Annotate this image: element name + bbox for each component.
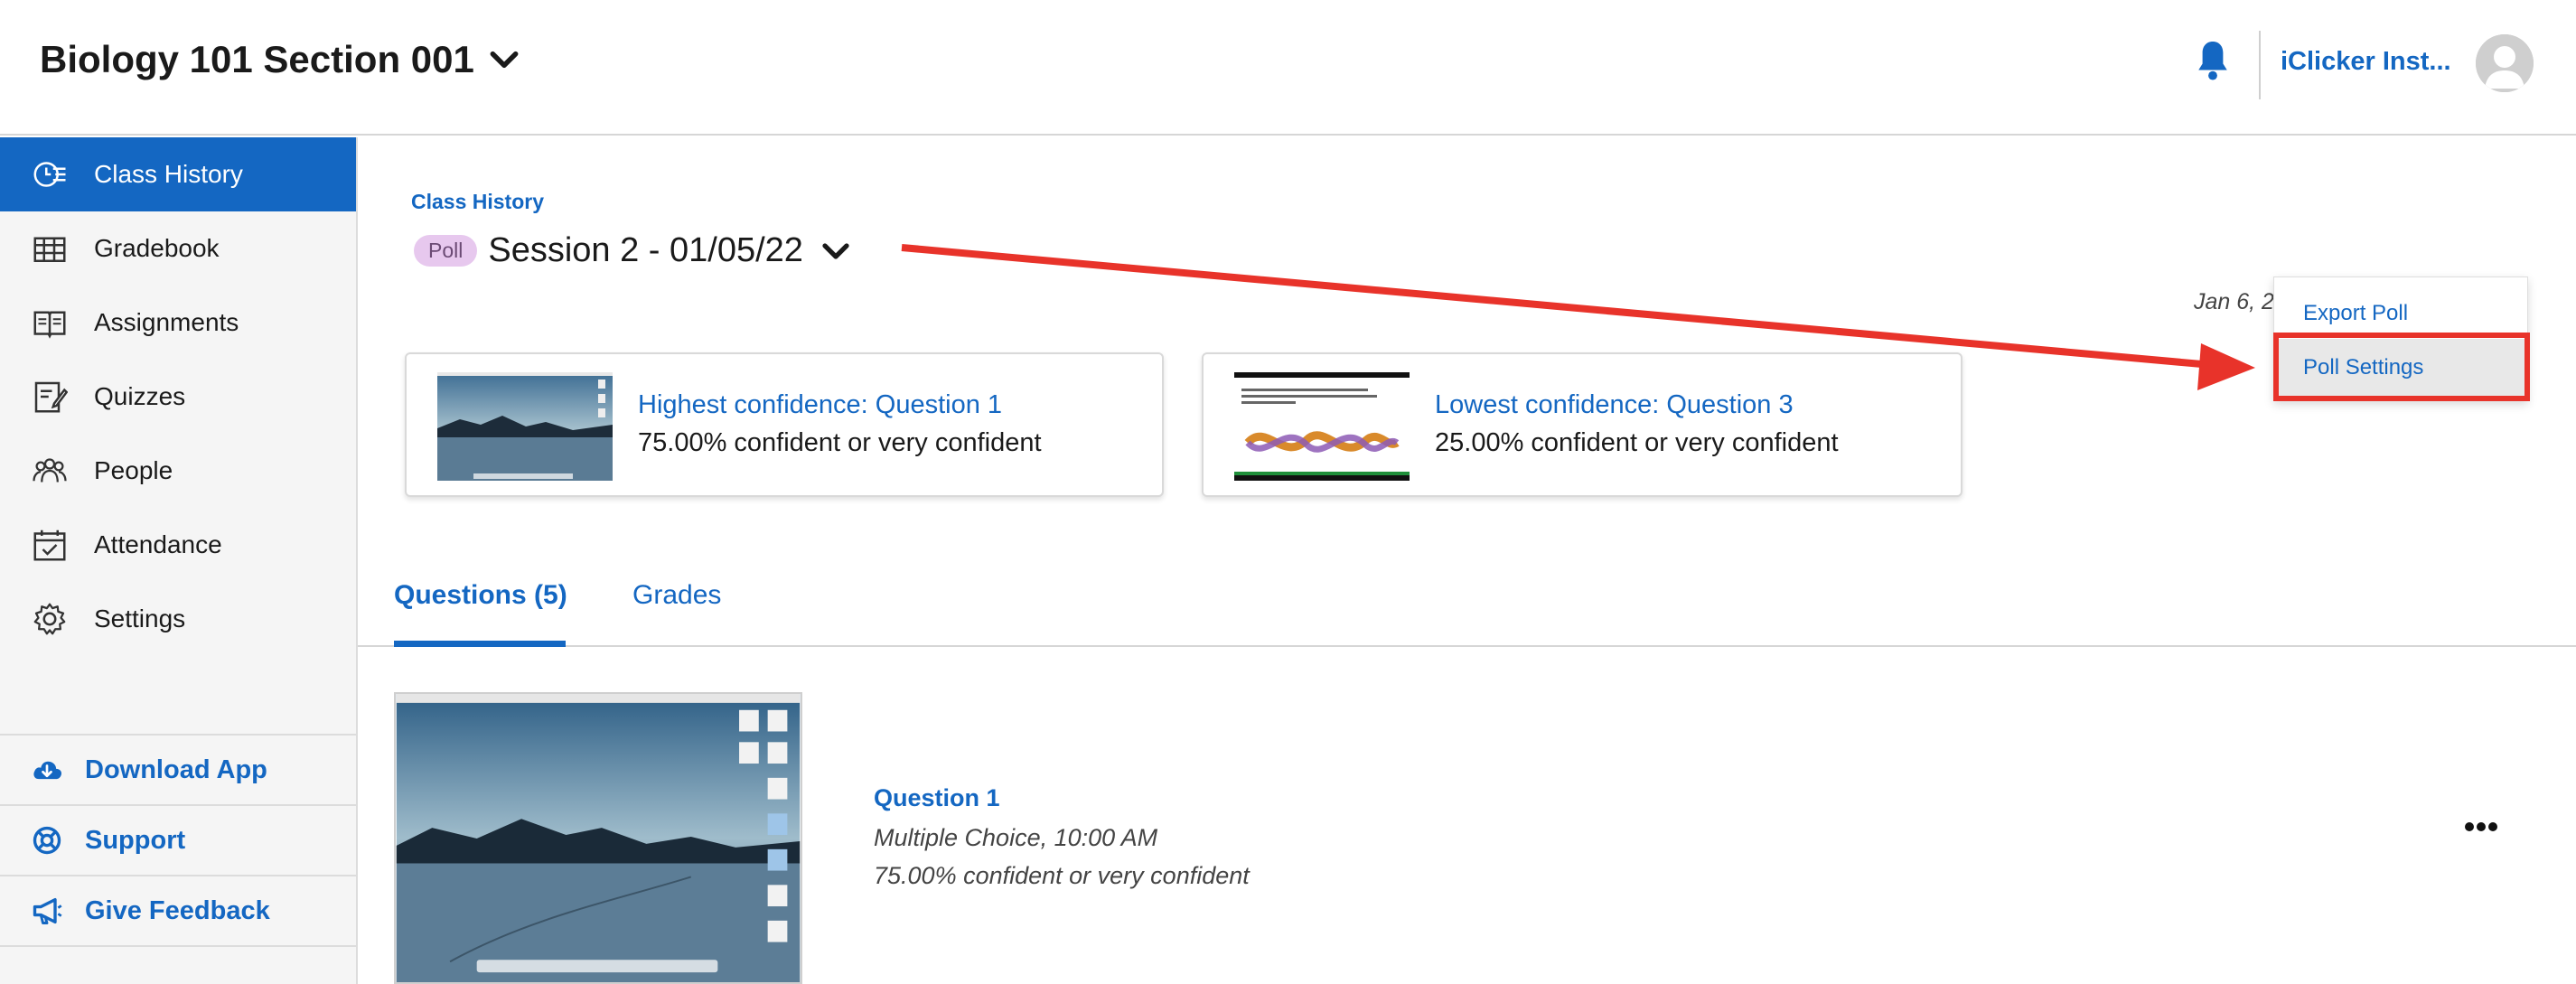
sidebar-item-class-history[interactable]: Class History (0, 137, 356, 211)
sidebar-item-people[interactable]: People (0, 434, 356, 508)
sidebar-item-label: Gradebook (94, 234, 220, 262)
annotation-highlight-box (2273, 333, 2530, 401)
lowest-confidence-card[interactable]: Lowest confidence: Question 3 25.00% con… (1202, 352, 1962, 497)
sidebar-item-settings[interactable]: Settings (0, 582, 356, 656)
question-confidence: 75.00% confident or very confident (874, 862, 1250, 889)
give-feedback-label: Give Feedback (85, 895, 270, 925)
course-selector[interactable]: Biology 101 Section 001 (40, 38, 521, 81)
highest-confidence-card[interactable]: Highest confidence: Question 1 75.00% co… (405, 352, 1164, 497)
sidebar-item-label: Settings (94, 604, 186, 633)
avatar[interactable] (2476, 34, 2534, 92)
support-link[interactable]: Support (0, 806, 356, 876)
download-app-link[interactable]: Download App (0, 736, 356, 806)
sidebar-item-label: People (94, 456, 173, 484)
breadcrumb[interactable]: Class History (411, 190, 544, 214)
topbar-divider (2259, 31, 2261, 99)
quizzes-icon (31, 378, 69, 416)
poll-badge: Poll (414, 235, 478, 267)
question-title[interactable]: Question 1 (874, 784, 1000, 812)
user-silhouette-icon (2476, 34, 2534, 92)
class-history-icon (31, 155, 69, 193)
course-title: Biology 101 Section 001 (40, 38, 474, 80)
give-feedback-link[interactable]: Give Feedback (0, 876, 356, 947)
people-icon (31, 452, 69, 490)
more-options-icon[interactable] (2463, 819, 2499, 835)
assignments-icon (31, 304, 69, 342)
tab-bar: Questions (5) Grades (358, 560, 2576, 647)
sidebar-item-label: Attendance (94, 530, 222, 558)
chevron-down-icon (822, 242, 849, 259)
megaphone-icon (29, 893, 65, 929)
tab-grades[interactable]: Grades (632, 580, 721, 611)
session-selector[interactable]: Poll Session 2 - 01/05/22 (414, 231, 852, 270)
card-subtitle: 75.00% confident or very confident (638, 428, 1042, 457)
top-bar: Biology 101 Section 001 iClicker Inst... (0, 0, 2576, 136)
question-thumbnail (437, 372, 613, 481)
active-tab-indicator (394, 641, 566, 647)
support-label: Support (85, 825, 186, 855)
sidebar-footer: Download App Support Give Feedback (0, 734, 356, 947)
sidebar-item-label: Quizzes (94, 382, 186, 410)
attendance-icon (31, 526, 69, 564)
question-thumbnail (1234, 372, 1410, 481)
card-subtitle: 25.00% confident or very confident (1435, 428, 1839, 457)
chevron-down-icon (490, 51, 519, 69)
sidebar-item-attendance[interactable]: Attendance (0, 508, 356, 582)
bell-icon[interactable] (2194, 38, 2232, 83)
question-thumbnail-large[interactable] (394, 692, 802, 984)
user-menu[interactable]: iClicker Inst... (2281, 47, 2451, 77)
sidebar-item-gradebook[interactable]: Gradebook (0, 211, 356, 286)
session-date: Jan 6, 2 (2194, 289, 2274, 314)
sidebar-item-quizzes[interactable]: Quizzes (0, 360, 356, 434)
card-title: Highest confidence: Question 1 (638, 390, 1003, 419)
download-app-label: Download App (85, 754, 267, 784)
gradebook-icon (31, 230, 69, 267)
sidebar-item-label: Class History (94, 160, 243, 188)
sidebar: Class History Gradebook Assignments Quiz… (0, 137, 358, 984)
sidebar-item-label: Assignments (94, 308, 239, 336)
card-title: Lowest confidence: Question 3 (1435, 390, 1794, 419)
session-title: Session 2 - 01/05/22 (488, 231, 803, 269)
tab-questions[interactable]: Questions (5) (394, 580, 567, 611)
lifebuoy-icon (29, 822, 65, 858)
question-meta: Multiple Choice, 10:00 AM (874, 824, 1158, 851)
gear-icon (31, 600, 69, 638)
cloud-download-icon (29, 752, 65, 788)
sidebar-item-assignments[interactable]: Assignments (0, 286, 356, 360)
